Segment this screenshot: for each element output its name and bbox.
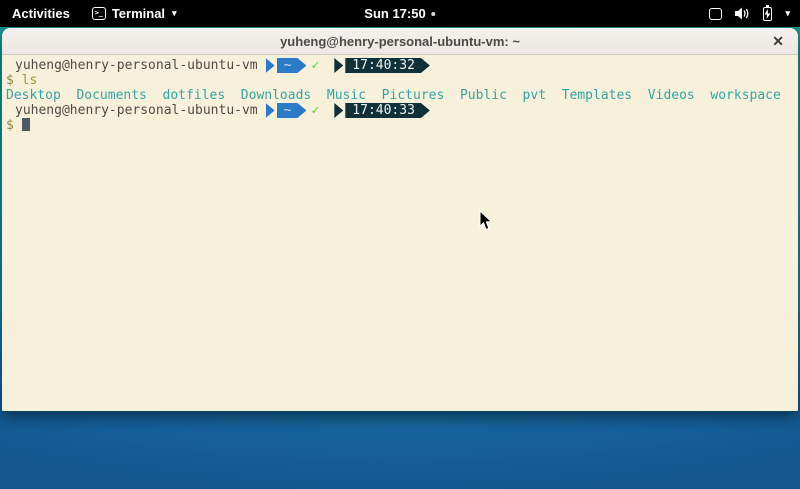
command-text: ls (22, 73, 38, 88)
terminal-body[interactable]: yuheng@henry-personal-ubuntu-vm ~ ✓ 17:4… (2, 55, 798, 411)
text-cursor (22, 118, 30, 131)
command-line: $ ls (6, 73, 798, 88)
chevron-down-icon: ▾ (172, 9, 177, 18)
powerline-arrow-icon (334, 58, 343, 73)
prompt-time-segment: 17:40:32 (345, 58, 430, 73)
input-line[interactable]: $ (6, 118, 798, 133)
activities-button[interactable]: Activities (0, 0, 82, 27)
prompt-line-1: yuheng@henry-personal-ubuntu-vm ~ ✓ 17:4… (6, 58, 798, 73)
notification-dot (432, 12, 436, 16)
system-menu-chevron-icon: ▾ (785, 8, 790, 19)
terminal-icon: >_ (92, 7, 106, 20)
prompt-line-2: yuheng@henry-personal-ubuntu-vm ~ ✓ 17:4… (6, 103, 798, 118)
prompt-path-segment: ~ (277, 103, 307, 118)
battery-charging-icon (763, 7, 772, 21)
window-title: yuheng@henry-personal-ubuntu-vm: ~ (280, 34, 520, 49)
prompt-time-segment: 17:40:33 (345, 103, 430, 118)
prompt-user: yuheng@henry-personal-ubuntu-vm (15, 58, 258, 73)
powerline-arrow-icon (334, 103, 343, 118)
prompt-symbol: $ (6, 118, 14, 133)
clock-label: Sun 17:50 (364, 6, 425, 21)
prompt-symbol: $ (6, 73, 14, 88)
window-title-bar[interactable]: yuheng@henry-personal-ubuntu-vm: ~ ✕ (2, 28, 798, 55)
app-menu-label: Terminal (112, 6, 165, 21)
top-bar: Activities >_ Terminal ▾ Sun 17:50 ▾ (0, 0, 800, 27)
volume-icon (735, 7, 750, 20)
powerline-arrow-icon (266, 58, 275, 73)
screen-cast-icon (709, 8, 722, 20)
prompt-path-segment: ~ (277, 58, 307, 73)
system-status-area[interactable]: ▾ (709, 0, 800, 27)
app-menu-terminal[interactable]: >_ Terminal ▾ (82, 0, 187, 27)
prompt-user: yuheng@henry-personal-ubuntu-vm (15, 103, 258, 118)
close-icon[interactable]: ✕ (772, 34, 784, 48)
clock-button[interactable]: Sun 17:50 (364, 6, 435, 21)
status-check-icon: ✓ (311, 103, 319, 118)
status-check-icon: ✓ (311, 58, 319, 73)
terminal-window: yuheng@henry-personal-ubuntu-vm: ~ ✕ yuh… (2, 28, 798, 412)
powerline-arrow-icon (266, 103, 275, 118)
ls-output: Desktop Documents dotfiles Downloads Mus… (6, 88, 798, 103)
